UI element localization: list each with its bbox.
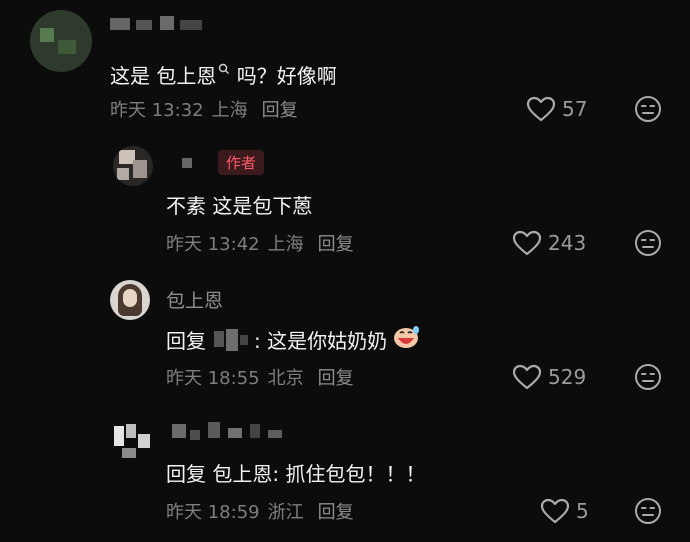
reply-button[interactable]: 回复: [318, 234, 354, 255]
like-count: 243: [548, 231, 587, 255]
comment-time: 昨天 18:59: [166, 502, 260, 523]
laughing-emoji-icon: [391, 324, 421, 355]
reply-prefix: 回复: [166, 329, 206, 353]
emoji-face-icon[interactable]: [634, 229, 662, 257]
heart-icon: [540, 498, 570, 524]
like-count: 5: [576, 499, 589, 523]
comment-time: 昨天 13:42: [166, 234, 260, 255]
avatar[interactable]: [110, 280, 150, 320]
emoji-face-icon[interactable]: [634, 95, 662, 123]
username-censored[interactable]: [172, 422, 292, 442]
username-censored[interactable]: [110, 14, 260, 32]
like-button[interactable]: 243: [512, 230, 586, 256]
comment-text: 回复 : 这是你姑奶奶: [166, 324, 421, 355]
comment-location: 上海: [267, 234, 304, 255]
comment-text: 回复 包上恩: 抓住包包！！！: [166, 462, 426, 486]
comment-meta: 昨天 13:32 上海 回复: [110, 96, 298, 122]
avatar[interactable]: [30, 10, 92, 72]
emoji-face-icon[interactable]: [634, 497, 662, 525]
avatar[interactable]: [113, 146, 153, 186]
heart-icon: [526, 96, 556, 122]
comment-location: 上海: [211, 100, 248, 121]
comment-meta: 昨天 18:59 浙江 回复: [166, 498, 354, 524]
reply-button[interactable]: 回复: [318, 368, 354, 389]
comment-text: 不素 这是包下蒽: [166, 194, 313, 218]
like-button[interactable]: 57: [526, 96, 587, 122]
like-button[interactable]: 5: [540, 498, 589, 524]
author-badge: 作者: [218, 150, 265, 175]
comment-location: 浙江: [267, 502, 304, 523]
comment-meta: 昨天 13:42 上海 回复: [166, 230, 354, 256]
comment-time: 昨天 18:55: [166, 368, 260, 389]
username-censored[interactable]: [208, 327, 252, 353]
search-icon[interactable]: [218, 56, 230, 80]
reply-button[interactable]: 回复: [262, 100, 298, 121]
username-censored[interactable]: [182, 158, 192, 168]
comment-meta: 昨天 18:55 北京 回复: [166, 364, 354, 390]
heart-icon: [512, 364, 542, 390]
commenter-name[interactable]: 包上恩: [166, 286, 223, 313]
avatar[interactable]: [112, 422, 152, 462]
like-count: 529: [548, 365, 587, 389]
comment-time: 昨天 13:32: [110, 100, 204, 121]
like-count: 57: [562, 97, 588, 121]
like-button[interactable]: 529: [512, 364, 586, 390]
emoji-face-icon[interactable]: [634, 363, 662, 391]
comment-text: 这是 包上恩 吗？好像啊: [110, 56, 337, 89]
comment-location: 北京: [267, 368, 304, 389]
heart-icon: [512, 230, 542, 256]
reply-button[interactable]: 回复: [318, 502, 354, 523]
